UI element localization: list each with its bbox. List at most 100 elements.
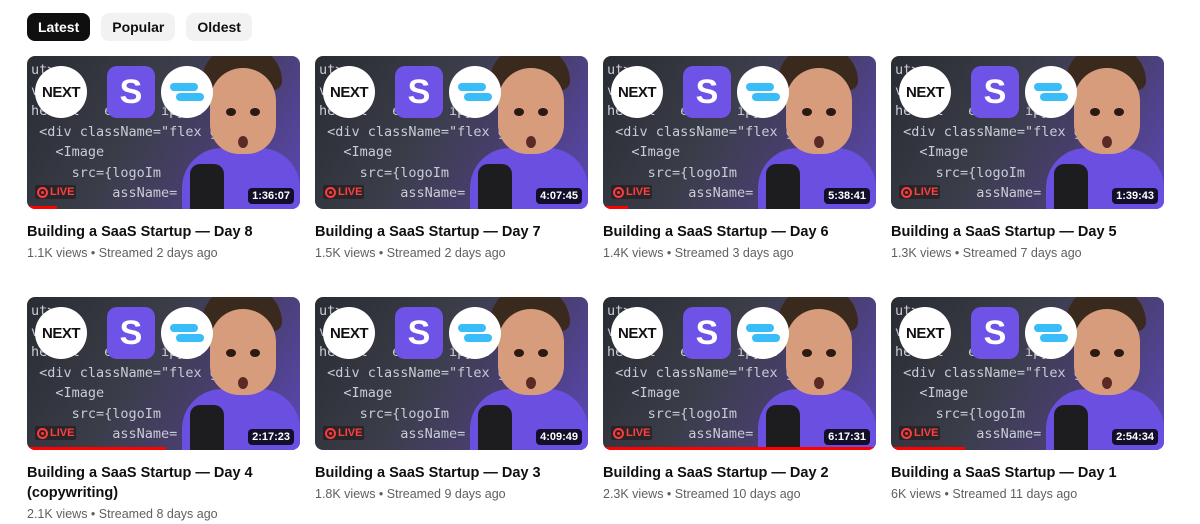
stream-age: Streamed 2 days ago (386, 246, 506, 260)
microphone-icon (1054, 405, 1088, 450)
video-title[interactable]: Building a SaaS Startup — Day 3 (315, 463, 575, 483)
duration-badge: 6:17:31 (824, 429, 870, 445)
video-thumbnail[interactable]: ut> v Na s -hid he cl e= ipy-2 <div clas… (27, 56, 300, 209)
watch-progress-bar (603, 206, 628, 209)
duration-badge: 4:09:49 (536, 429, 582, 445)
live-broadcast-icon (37, 427, 48, 439)
video-thumbnail[interactable]: ut> v Na s -hid he cl e= ipy-2 <div clas… (603, 297, 876, 450)
video-title[interactable]: Building a SaaS Startup — Day 1 (891, 463, 1151, 483)
video-thumbnail[interactable]: ut> v Na s -hid he cl e= ipy-2 <div clas… (891, 297, 1164, 450)
video-thumbnail[interactable]: ut> v Na s -hid he cl e= ipy-2 <div clas… (315, 56, 588, 209)
view-count: 1.4K views (603, 246, 664, 260)
live-broadcast-icon (613, 186, 624, 198)
s-app-logo: S (395, 307, 443, 359)
video-card[interactable]: ut> v Na s -hid he cl e= ipy-2 <div clas… (315, 297, 588, 524)
microphone-icon (478, 164, 512, 209)
video-title[interactable]: Building a SaaS Startup — Day 4 (copywri… (27, 463, 287, 503)
tailwind-logo (449, 66, 501, 118)
watch-progress-bar (603, 447, 876, 450)
live-badge: LIVE (899, 185, 941, 199)
microphone-icon (1054, 164, 1088, 209)
nextjs-logo: NEXT (35, 307, 87, 359)
video-title[interactable]: Building a SaaS Startup — Day 6 (603, 222, 863, 242)
filter-chips: Latest Popular Oldest (27, 13, 252, 41)
live-broadcast-icon (613, 427, 624, 439)
watch-progress-bar (891, 447, 965, 450)
stream-age: Streamed 3 days ago (674, 246, 794, 260)
view-count: 1.3K views (891, 246, 952, 260)
video-meta: 1.5K views • Streamed 2 days ago (315, 246, 506, 260)
live-label: LIVE (338, 186, 363, 198)
video-card[interactable]: ut> v Na s -hid he cl e= ipy-2 <div clas… (891, 56, 1164, 297)
tailwind-logo (449, 307, 501, 359)
s-app-logo: S (971, 307, 1019, 359)
live-broadcast-icon (901, 427, 912, 439)
nextjs-logo: NEXT (611, 66, 663, 118)
live-badge: LIVE (611, 426, 653, 440)
video-title[interactable]: Building a SaaS Startup — Day 8 (27, 222, 287, 242)
video-title[interactable]: Building a SaaS Startup — Day 2 (603, 463, 863, 483)
video-thumbnail[interactable]: ut> v Na s -hid he cl e= ipy-2 <div clas… (603, 56, 876, 209)
live-label: LIVE (50, 186, 75, 198)
live-broadcast-icon (325, 186, 336, 198)
live-label: LIVE (914, 427, 939, 439)
microphone-icon (766, 164, 800, 209)
filter-chip-latest[interactable]: Latest (27, 13, 91, 41)
filter-chip-popular[interactable]: Popular (101, 13, 176, 41)
watch-progress-bar (27, 447, 167, 450)
live-label: LIVE (626, 186, 651, 198)
video-meta: 2.3K views • Streamed 10 days ago (603, 487, 801, 501)
s-app-logo: S (683, 307, 731, 359)
live-label: LIVE (626, 427, 651, 439)
video-thumbnail[interactable]: ut> v Na s -hid he cl e= ipy-2 <div clas… (891, 56, 1164, 209)
video-card[interactable]: ut> v Na s -hid he cl e= ipy-2 <div clas… (27, 56, 300, 297)
s-app-logo: S (107, 307, 155, 359)
s-app-logo: S (683, 66, 731, 118)
microphone-icon (478, 405, 512, 450)
live-broadcast-icon (901, 186, 912, 198)
video-thumbnail[interactable]: ut> v Na s -hid he cl e= ipy-2 <div clas… (315, 297, 588, 450)
stream-age: Streamed 8 days ago (98, 507, 218, 521)
video-title[interactable]: Building a SaaS Startup — Day 5 (891, 222, 1151, 242)
tailwind-logo (737, 66, 789, 118)
video-grid: ut> v Na s -hid he cl e= ipy-2 <div clas… (27, 56, 1164, 524)
video-meta: 1.1K views • Streamed 2 days ago (27, 246, 218, 260)
stream-age: Streamed 10 days ago (674, 487, 801, 501)
video-meta: 2.1K views • Streamed 8 days ago (27, 507, 218, 521)
view-count: 6K views (891, 487, 942, 501)
duration-badge: 1:36:07 (248, 188, 294, 204)
tailwind-logo (1025, 307, 1077, 359)
stream-age: Streamed 9 days ago (386, 487, 506, 501)
live-badge: LIVE (611, 185, 653, 199)
filter-chip-oldest[interactable]: Oldest (186, 13, 252, 41)
duration-badge: 1:39:43 (1112, 188, 1158, 204)
live-label: LIVE (50, 427, 75, 439)
video-thumbnail[interactable]: ut> v Na s -hid he cl e= ipy-2 <div clas… (27, 297, 300, 450)
video-card[interactable]: ut> v Na s -hid he cl e= ipy-2 <div clas… (315, 56, 588, 297)
video-meta: 6K views • Streamed 11 days ago (891, 487, 1078, 501)
live-badge: LIVE (323, 426, 365, 440)
video-card[interactable]: ut> v Na s -hid he cl e= ipy-2 <div clas… (891, 297, 1164, 524)
live-broadcast-icon (37, 186, 48, 198)
microphone-icon (766, 405, 800, 450)
nextjs-logo: NEXT (35, 66, 87, 118)
stream-age: Streamed 7 days ago (962, 246, 1082, 260)
live-badge: LIVE (35, 426, 77, 440)
tailwind-logo (161, 307, 213, 359)
video-card[interactable]: ut> v Na s -hid he cl e= ipy-2 <div clas… (603, 297, 876, 524)
view-count: 2.3K views (603, 487, 664, 501)
stream-age: Streamed 11 days ago (952, 487, 1078, 501)
tailwind-logo (737, 307, 789, 359)
live-badge: LIVE (35, 185, 77, 199)
video-title[interactable]: Building a SaaS Startup — Day 7 (315, 222, 575, 242)
nextjs-logo: NEXT (899, 66, 951, 118)
video-meta: 1.4K views • Streamed 3 days ago (603, 246, 794, 260)
video-card[interactable]: ut> v Na s -hid he cl e= ipy-2 <div clas… (27, 297, 300, 524)
live-label: LIVE (338, 427, 363, 439)
duration-badge: 4:07:45 (536, 188, 582, 204)
view-count: 1.1K views (27, 246, 88, 260)
view-count: 2.1K views (27, 507, 88, 521)
tailwind-logo (1025, 66, 1077, 118)
video-card[interactable]: ut> v Na s -hid he cl e= ipy-2 <div clas… (603, 56, 876, 297)
live-badge: LIVE (899, 426, 941, 440)
